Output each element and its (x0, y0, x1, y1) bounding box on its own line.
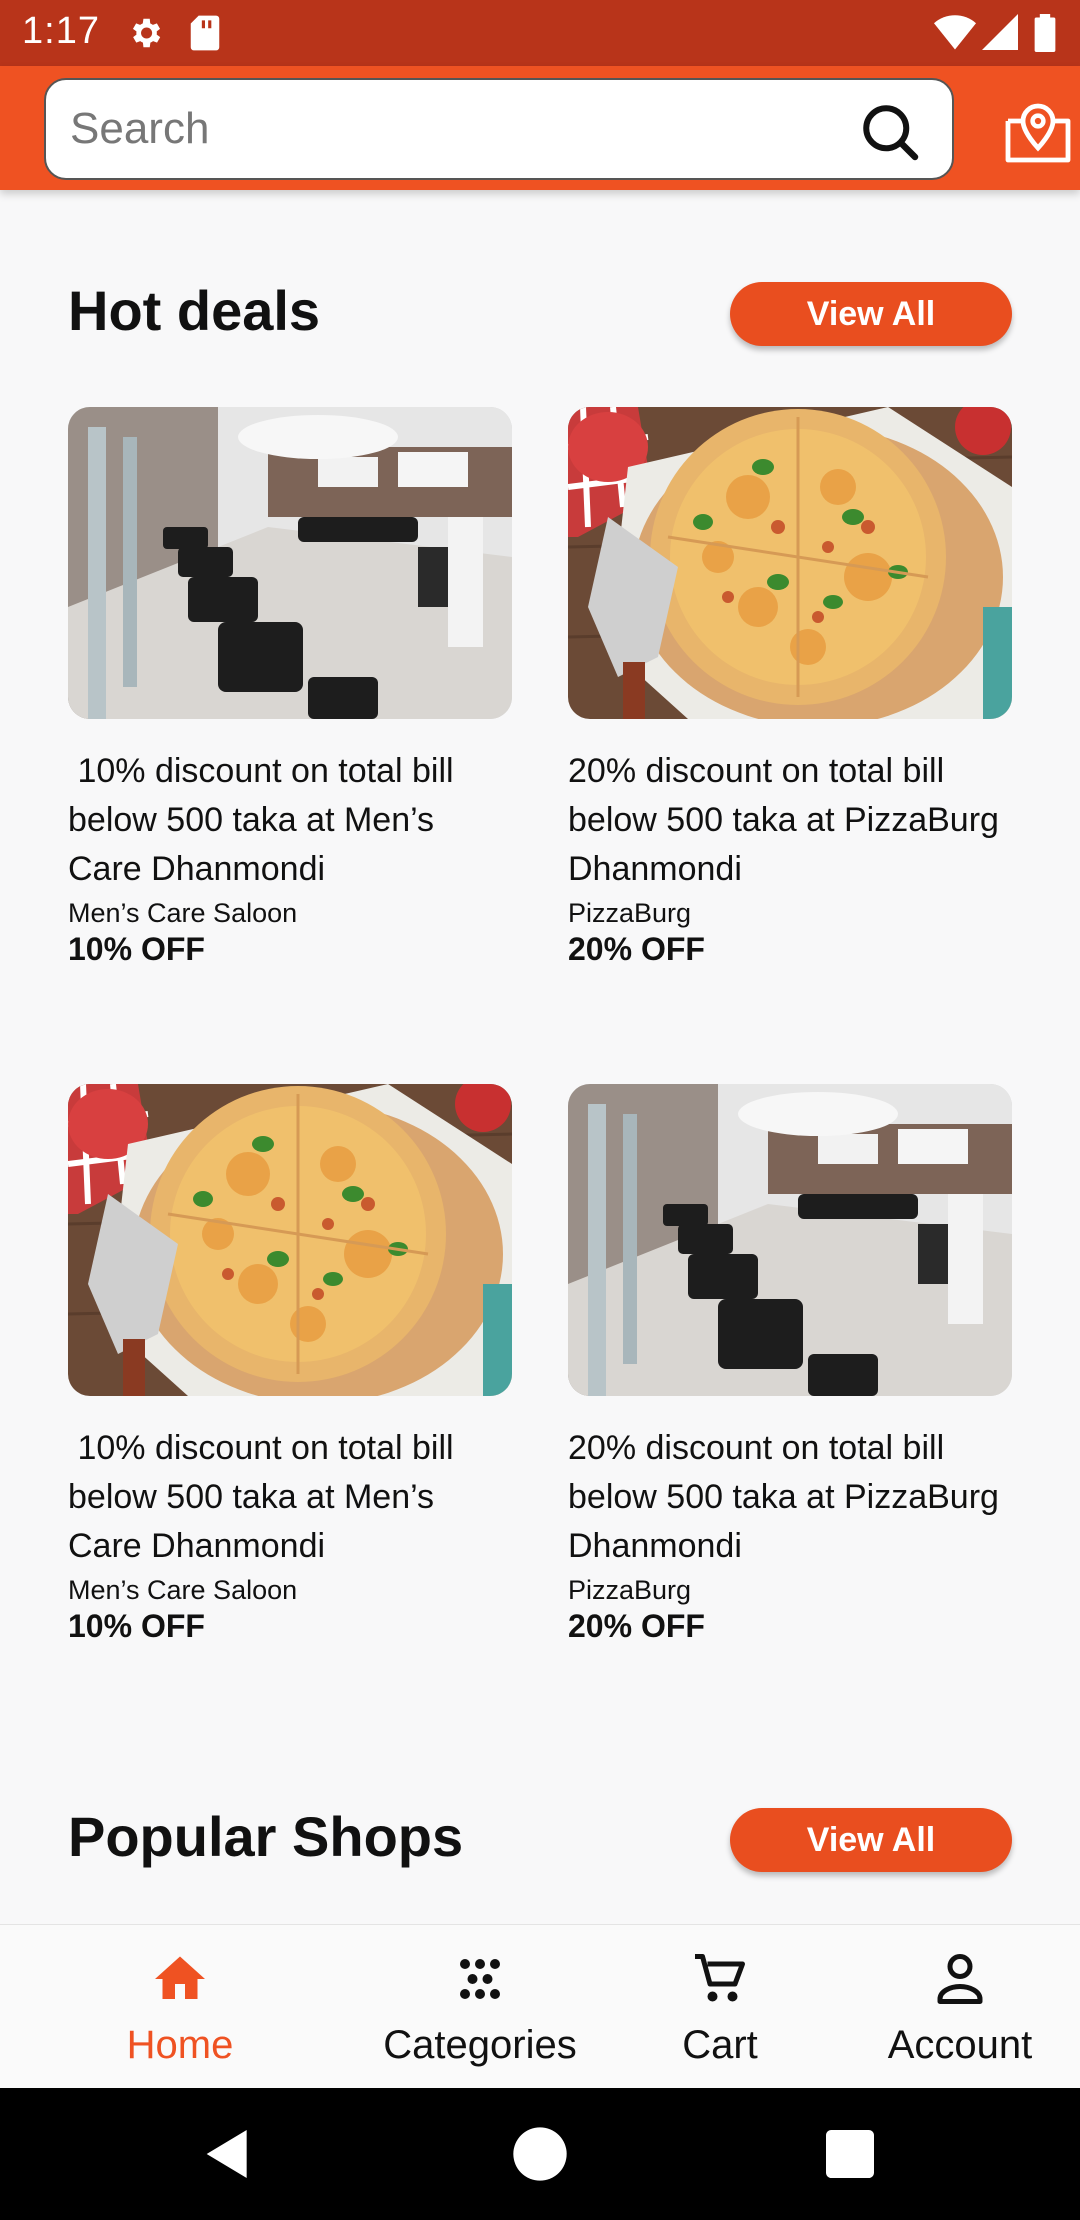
deal-discount: 10% OFF (68, 931, 205, 967)
search-icon[interactable] (860, 102, 920, 162)
nav-item-home[interactable]: Home (60, 1925, 300, 2089)
signal-icon (982, 14, 1018, 50)
deal-image (568, 407, 1012, 719)
battery-icon (1034, 14, 1056, 52)
hot-deals-view-all-button[interactable]: View All (730, 282, 1012, 346)
deal-title: 20% discount on total bill below 500 tak… (568, 1429, 1009, 1565)
bottom-nav: Home Categories Cart Account (0, 1924, 1080, 2088)
deal-shop-name: PizzaBurg (568, 898, 692, 928)
deal-shop-name: Men’s Care Saloon (68, 1575, 298, 1605)
home-circle-icon[interactable] (508, 2122, 572, 2186)
map-location-icon[interactable] (1002, 94, 1074, 166)
deal-card[interactable]: 20% discount on total bill below 500 tak… (568, 407, 1012, 968)
popular-shops-view-all-button[interactable]: View All (730, 1808, 1012, 1872)
nav-label-home: Home (126, 2023, 234, 2067)
deal-image (68, 1084, 512, 1396)
deal-title: 10% discount on total bill below 500 tak… (68, 1429, 464, 1565)
settings-icon (132, 18, 161, 48)
deal-image (568, 1084, 1012, 1396)
deal-image (68, 407, 512, 719)
cart-icon (695, 1954, 745, 2002)
back-icon[interactable] (196, 2122, 260, 2186)
nav-item-cart[interactable]: Cart (600, 1925, 840, 2089)
hot-deals-title: Hot deals (68, 279, 321, 342)
status-time: 1:17 (22, 10, 100, 52)
wifi-icon (934, 15, 976, 50)
nav-label-cart: Cart (682, 2023, 758, 2067)
deal-shop-name: Men’s Care Saloon (68, 898, 298, 928)
deal-card[interactable]: 20% discount on total bill below 500 tak… (568, 1084, 1012, 1645)
nav-item-categories[interactable]: Categories (360, 1925, 600, 2089)
deal-discount: 20% OFF (568, 931, 705, 967)
system-nav-bar (0, 2088, 1080, 2220)
search-box[interactable] (44, 78, 954, 180)
home-icon (155, 1956, 205, 1999)
deal-title: 10% discount on total bill below 500 tak… (68, 752, 464, 888)
deal-card[interactable]: 10% discount on total bill below 500 tak… (68, 1084, 512, 1645)
status-bar: 1:17 (0, 0, 1080, 66)
deal-title: 20% discount on total bill below 500 tak… (568, 752, 1009, 888)
deal-shop-name: PizzaBurg (568, 1575, 692, 1605)
categories-icon (460, 1959, 500, 1999)
nav-label-categories: Categories (383, 2023, 577, 2067)
sd-card-icon (190, 15, 220, 51)
deal-card[interactable]: 10% discount on total bill below 500 tak… (68, 407, 512, 968)
search-input[interactable] (70, 80, 850, 178)
deal-discount: 10% OFF (68, 1608, 205, 1644)
nav-label-account: Account (887, 2023, 1033, 2067)
app-bar (0, 66, 1080, 190)
recents-icon[interactable] (818, 2122, 882, 2186)
nav-item-account[interactable]: Account (840, 1925, 1080, 2089)
popular-shops-title: Popular Shops (68, 1805, 464, 1868)
account-icon (937, 1954, 983, 2004)
deal-discount: 20% OFF (568, 1608, 705, 1644)
